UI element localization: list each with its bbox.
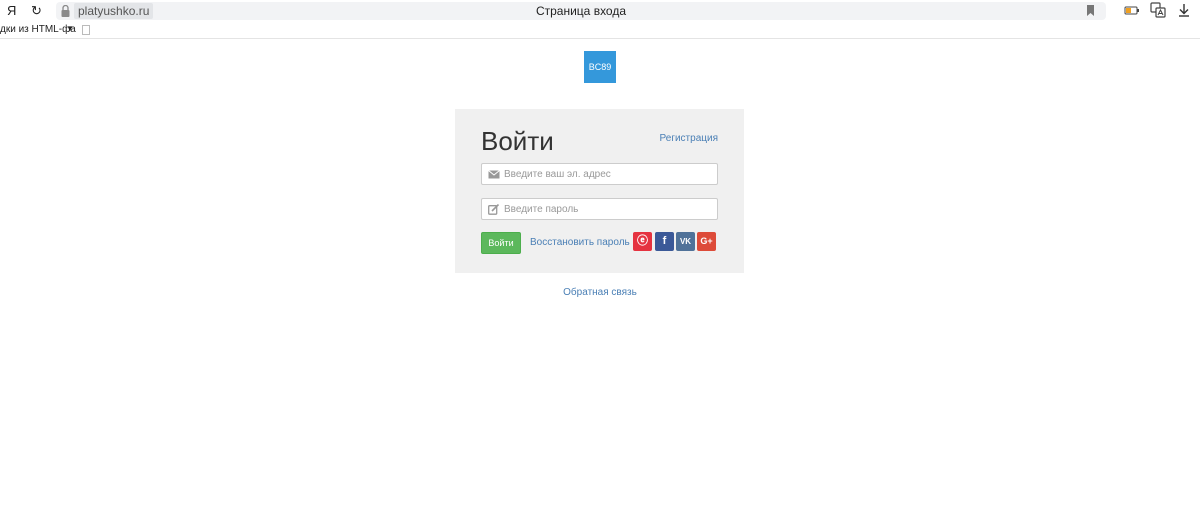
- social-vk-button[interactable]: VK: [676, 232, 695, 251]
- reload-icon[interactable]: ↻: [31, 2, 42, 20]
- address-bar[interactable]: platyushko.ru Страница входа: [56, 2, 1106, 20]
- document-icon[interactable]: [82, 25, 90, 35]
- login-button[interactable]: Войти: [481, 232, 521, 254]
- bookmark-icon[interactable]: [1087, 5, 1094, 16]
- login-panel: Войти Регистрация Войти Восстановить пар…: [455, 109, 744, 273]
- register-link[interactable]: Регистрация: [660, 133, 718, 144]
- envelope-icon: [488, 170, 500, 179]
- yandex-button[interactable]: Я: [7, 2, 16, 20]
- email-field-wrapper: [481, 163, 718, 185]
- social-ok-button[interactable]: ⓔ: [633, 232, 652, 251]
- battery-icon[interactable]: [1124, 2, 1140, 18]
- login-heading: Войти: [481, 126, 554, 156]
- site-logo[interactable]: BC89: [584, 51, 616, 83]
- password-input[interactable]: [504, 199, 714, 219]
- translate-icon[interactable]: [1150, 2, 1166, 18]
- bookmarks-folder[interactable]: дки из HTML-фа: [0, 23, 76, 37]
- email-input[interactable]: [504, 164, 714, 184]
- download-icon[interactable]: [1176, 2, 1192, 18]
- bookmarks-bar: дки из HTML-фа ▼: [0, 22, 1200, 39]
- social-facebook-button[interactable]: f: [655, 232, 674, 251]
- browser-toolbar: Я ↻ platyushko.ru Страница входа: [0, 0, 1200, 22]
- page-title: Страница входа: [535, 4, 627, 18]
- chevron-down-icon[interactable]: ▼: [66, 24, 74, 33]
- password-field-wrapper: [481, 198, 718, 220]
- feedback-link[interactable]: Обратная связь: [0, 287, 1200, 298]
- social-google-button[interactable]: G+: [697, 232, 716, 251]
- recover-password-link[interactable]: Восстановить пароль: [530, 237, 630, 248]
- edit-icon: [488, 204, 500, 215]
